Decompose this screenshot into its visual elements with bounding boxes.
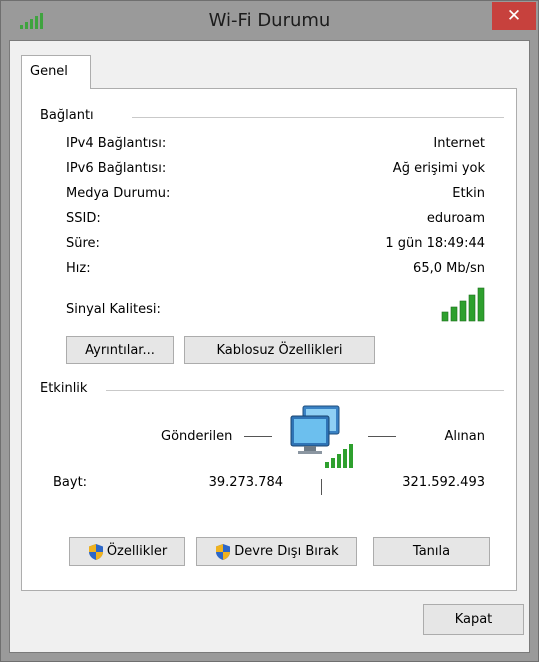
tab-genel[interactable]: Genel [21,55,91,89]
signal-bar [450,306,458,322]
signal-strength-icon [441,287,485,322]
media-state-value: Etkin [452,186,485,201]
diagnose-button[interactable]: Tanıla [373,537,490,566]
bytes-sent-value: 39.273.784 [208,475,283,490]
ipv4-value: Internet [433,136,485,151]
ipv4-label: IPv4 Bağlantısı: [66,136,167,151]
speed-label: Hız: [66,261,91,276]
signal-bar [477,287,485,322]
sent-connector [244,436,272,437]
properties-button[interactable]: Özellikler [69,537,185,566]
activity-heading: Etkinlik [40,381,88,396]
media-state-label: Medya Durumu: [66,186,171,201]
ssid-label: SSID: [66,211,101,226]
ipv6-label: IPv6 Bağlantısı: [66,161,167,176]
close-window-button[interactable]: ✕ [492,2,536,30]
sent-label: Gönderilen [161,429,233,444]
duration-value: 1 gün 18:49:44 [385,236,485,251]
connection-heading: Bağlantı [40,108,94,123]
wireless-properties-button[interactable]: Kablosuz Özellikleri [184,336,375,364]
disable-button[interactable]: Devre Dışı Bırak [196,537,357,566]
close-button[interactable]: Kapat [423,604,524,635]
received-label: Alınan [444,429,485,444]
signal-bar [441,311,449,322]
ssid-value: eduroam [426,211,485,226]
bytes-received-value: 321.592.493 [402,475,485,490]
speed-value: 65,0 Mb/sn [413,261,485,276]
uac-shield-icon [88,543,103,560]
bytes-label: Bayt: [53,475,88,490]
bytes-separator [321,479,322,495]
details-button[interactable]: Ayrıntılar... [66,336,174,364]
signal-bar [459,300,467,322]
properties-button-label: Özellikler [106,544,168,559]
signal-bar [468,294,476,322]
received-connector [368,436,396,437]
duration-label: Süre: [66,236,100,251]
network-computers-icon [290,405,353,468]
activity-divider [106,390,504,391]
window-title: Wi-Fi Durumu [208,10,331,31]
disable-button-label: Devre Dışı Bırak [234,544,339,559]
title-bar[interactable]: Wi-Fi Durumu ✕ [1,1,538,39]
uac-shield-icon [216,543,231,560]
ipv6-value: Ağ erişimi yok [392,161,485,176]
signal-quality-label: Sinyal Kalitesi: [66,302,161,317]
connection-divider [132,117,504,118]
general-panel: Bağlantı IPv4 Bağlantısı: Internet IPv6 … [21,88,517,591]
